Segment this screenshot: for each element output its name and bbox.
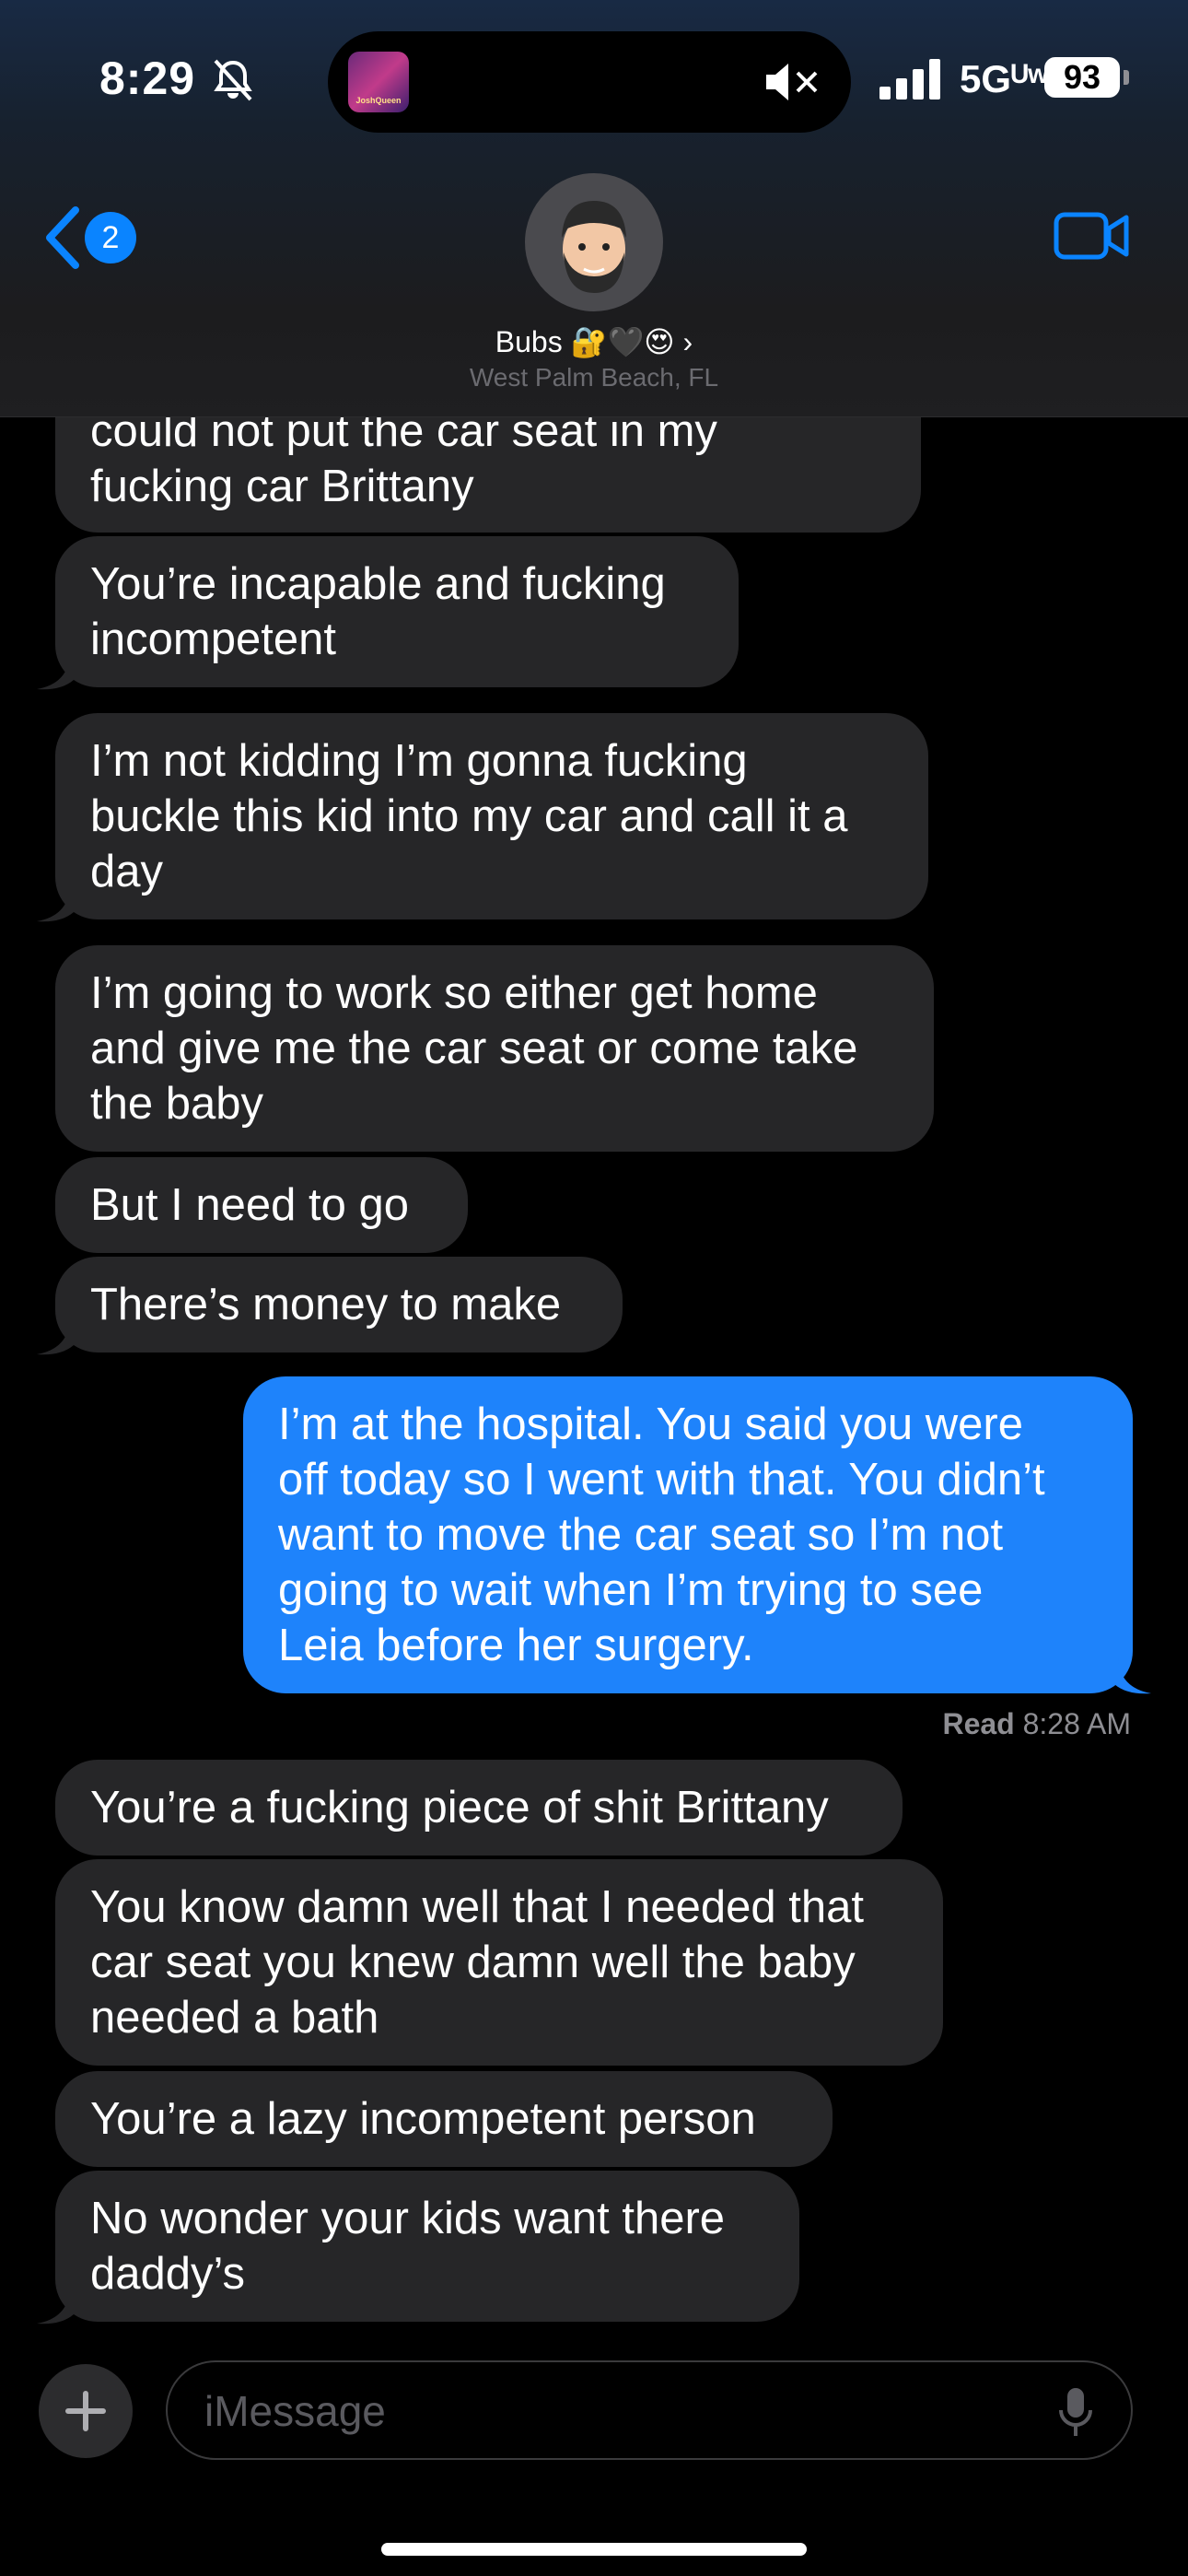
battery-tip <box>1124 70 1129 85</box>
now-playing-artwork: JoshQueen <box>348 52 409 112</box>
message-bubble-incoming[interactable]: But I need to go <box>55 1157 468 1253</box>
contact-avatar[interactable] <box>525 173 663 311</box>
bell-slash-icon <box>214 59 252 101</box>
read-receipt-label: Read <box>942 1707 1015 1740</box>
message-bubble-incoming[interactable]: I’m going to work so either get home and… <box>55 945 934 1152</box>
back-chevron-icon[interactable] <box>42 205 83 271</box>
contact-name[interactable]: Bubs 🔐🖤😍 › <box>0 324 1188 359</box>
bubble-tail <box>37 2289 74 2324</box>
imessage-input[interactable] <box>203 2362 1035 2460</box>
read-receipt-time: 8:28 AM <box>1022 1707 1131 1740</box>
unread-count-badge[interactable]: 2 <box>85 212 136 263</box>
bubble-tail <box>37 886 74 922</box>
signal-icon <box>879 59 940 100</box>
message-bubble-incoming[interactable]: I’m not kidding I’m gonna fucking buckle… <box>55 713 928 919</box>
message-bubble-incoming[interactable]: You’re a fucking piece of shit Brittany <box>55 1760 903 1856</box>
status-time: 8:29 <box>99 53 196 104</box>
home-indicator[interactable] <box>381 2543 807 2556</box>
battery-level: 93 <box>1044 57 1120 98</box>
video-camera-icon[interactable] <box>1054 210 1129 262</box>
message-bubble-incoming[interactable]: You know damn well that I needed that ca… <box>55 1859 943 2066</box>
message-bubble-incoming[interactable]: No wonder your kids want there daddy’s <box>55 2171 799 2322</box>
dynamic-island[interactable]: JoshQueen <box>328 31 851 133</box>
message-bubble-incoming[interactable]: There’s money to make <box>55 1257 623 1352</box>
message-bubble-incoming[interactable]: You’re a lazy incompetent person <box>55 2071 833 2167</box>
memoji-face-icon <box>562 201 626 293</box>
read-receipt: Read 8:28 AM <box>942 1707 1131 1741</box>
message-bubble-outgoing[interactable]: I’m at the hospital. You said you were o… <box>243 1376 1133 1693</box>
bubble-tail <box>37 654 74 690</box>
message-composer[interactable] <box>166 2360 1133 2460</box>
apps-plus-button[interactable] <box>39 2364 133 2458</box>
speaker-mute-icon <box>766 64 818 100</box>
bubble-tail <box>37 1319 74 1355</box>
microphone-icon[interactable] <box>1057 2386 1094 2438</box>
message-bubble-incoming[interactable]: You’re incapable and fucking incompetent <box>55 536 739 687</box>
network-type: 5Gᵁʷ <box>960 57 1049 100</box>
plus-icon <box>65 2391 106 2431</box>
now-playing-artwork-text: JoshQueen <box>355 96 402 105</box>
conversation-header: 8:29 JoshQueen 5Gᵁʷ 93 2 Bubs 🔐🖤😍 › West… <box>0 0 1188 417</box>
contact-location: West Palm Beach, FL <box>469 363 719 392</box>
bubble-tail <box>1114 1658 1151 1694</box>
